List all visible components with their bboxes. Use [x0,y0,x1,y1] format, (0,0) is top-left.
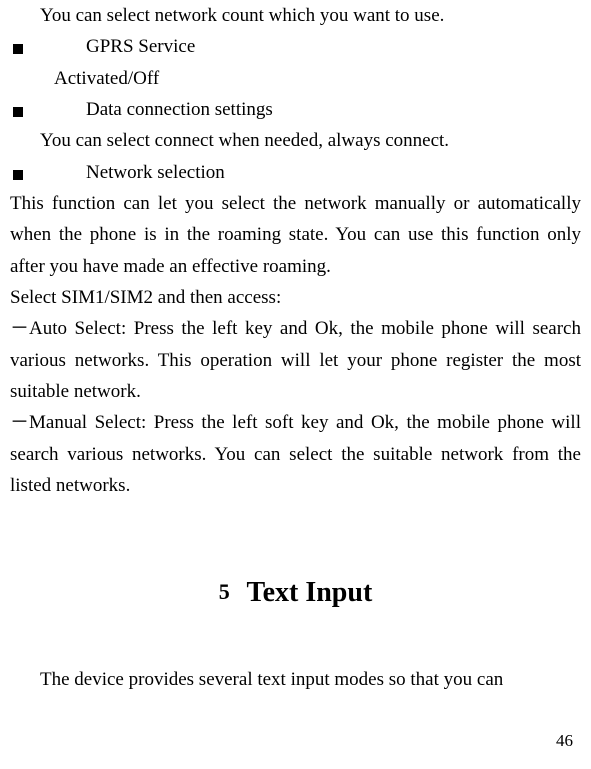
bullet-label: GPRS Service [86,31,195,62]
bullet-data-connection: Data connection settings [10,94,581,125]
square-bullet-icon [13,170,23,180]
bullet-label: Network selection [86,157,225,188]
manual-select-desc: －Manual Select: Press the left soft key … [10,407,581,501]
gprs-sub: Activated/Off [10,63,581,94]
square-bullet-icon [13,107,23,117]
bullet-label: Data connection settings [86,94,273,125]
data-connection-desc: You can select connect when needed, alwa… [10,125,581,156]
square-bullet-icon [13,44,23,54]
auto-select-desc: －Auto Select: Press the left key and Ok,… [10,313,581,407]
select-sim-text: Select SIM1/SIM2 and then access: [10,282,581,313]
network-selection-desc: This function can let you select the net… [10,188,581,282]
page-number: 46 [556,731,573,751]
chapter-number: 5 [219,579,230,604]
bullet-gprs: GPRS Service [10,31,581,62]
outro-text: The device provides several text input m… [10,664,581,695]
intro-text: You can select network count which you w… [10,0,581,31]
chapter-heading: 5 Text Input [10,570,581,616]
chapter-title: Text Input [246,577,372,608]
bullet-network-selection: Network selection [10,157,581,188]
